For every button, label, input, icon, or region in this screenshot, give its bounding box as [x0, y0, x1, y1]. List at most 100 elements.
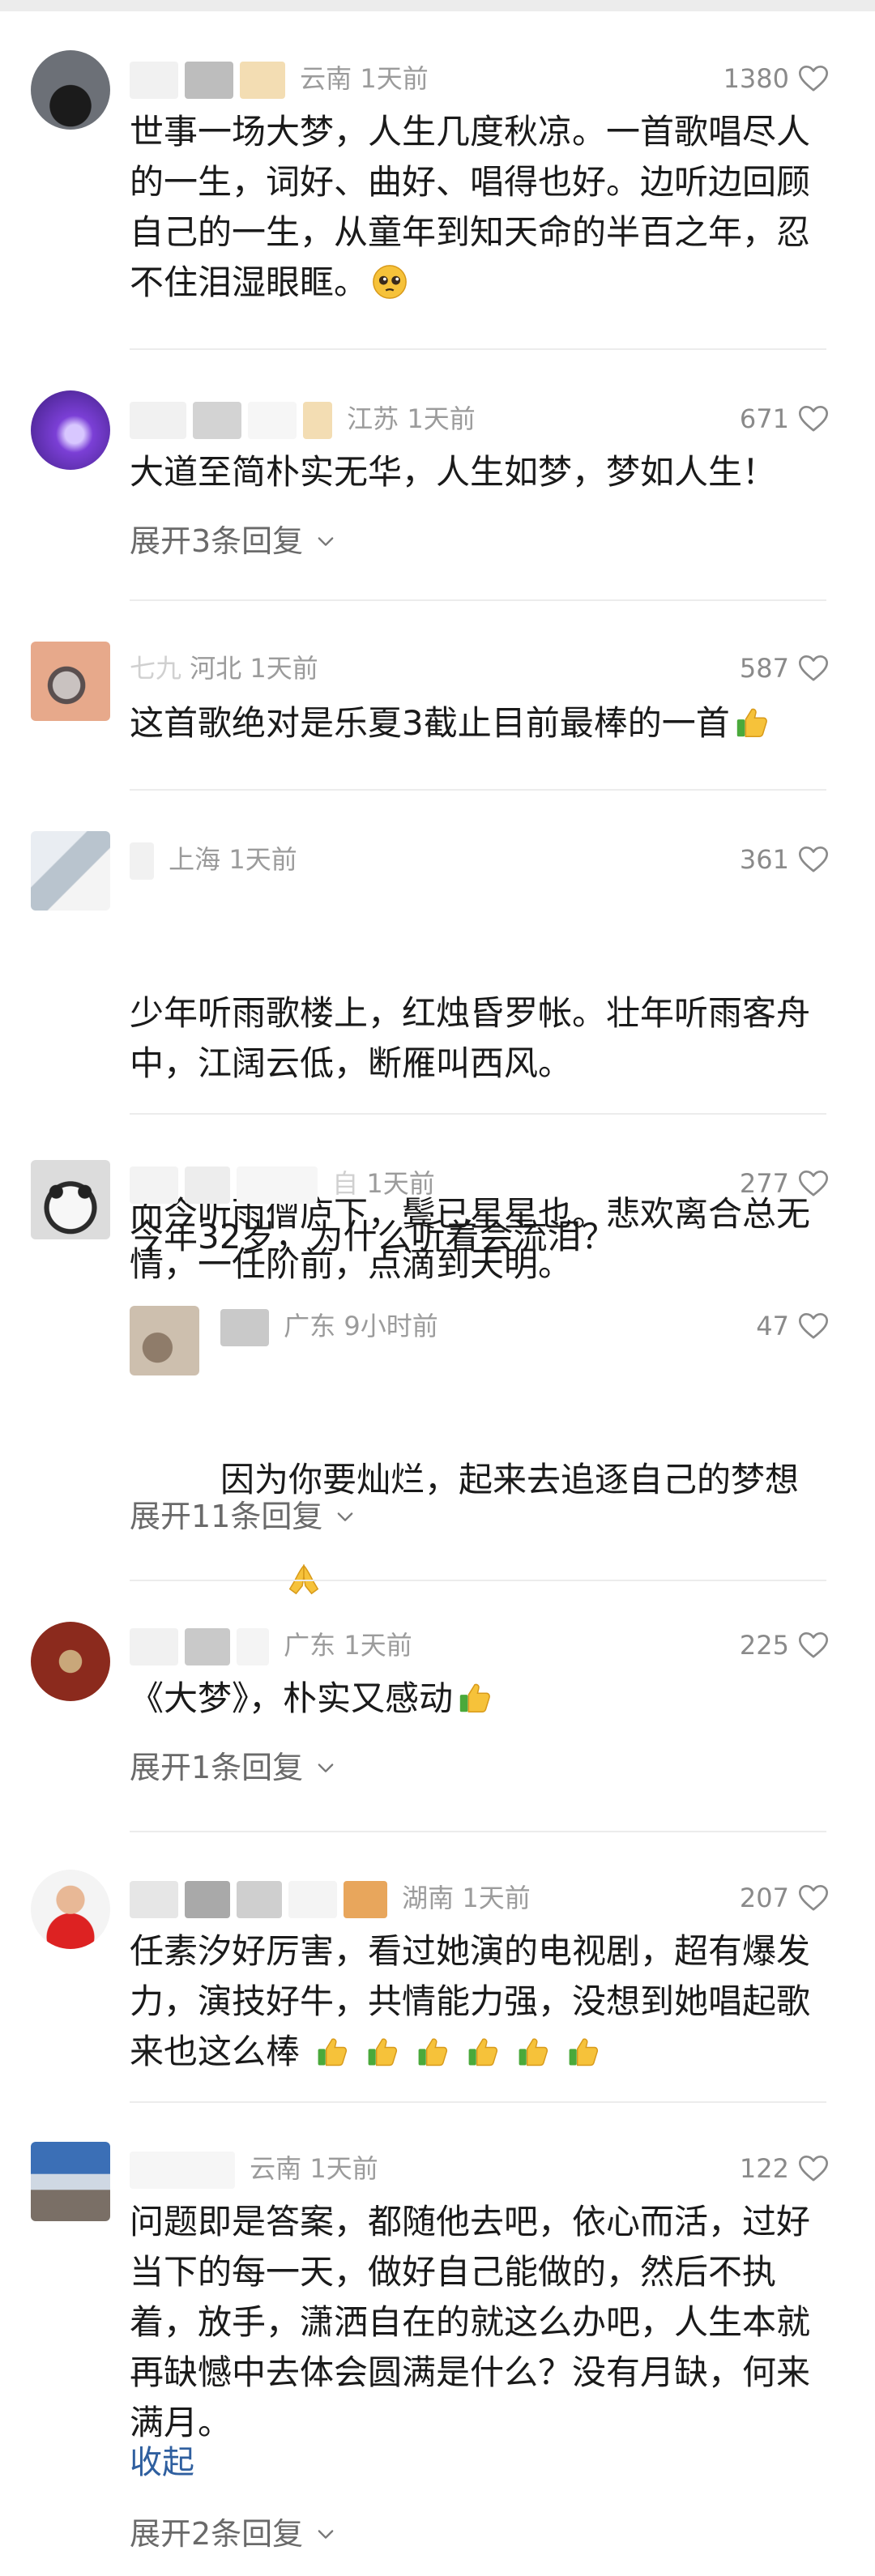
- like-button[interactable]: 277: [740, 1163, 830, 1204]
- comment-region: 云南: [300, 63, 352, 94]
- comment-region: 云南: [250, 2153, 302, 2184]
- reply-time: 9小时前: [344, 1311, 438, 1341]
- comment-meta: 云南 1天前: [130, 58, 429, 99]
- reply-like-count: 47: [756, 1311, 789, 1341]
- comment-meta: 广东 1天前: [130, 1625, 412, 1665]
- pleading-face-emoji-icon: [371, 263, 408, 301]
- thumbs-up-emoji-icon: [456, 1679, 493, 1717]
- like-count: 122: [739, 2153, 789, 2184]
- top-bar: [0, 0, 875, 11]
- expand-replies-button[interactable]: 展开1条回复: [130, 1743, 337, 1792]
- reply-like-button[interactable]: 47: [756, 1306, 830, 1346]
- comment-region: 上海: [169, 844, 221, 875]
- avatar[interactable]: [31, 642, 110, 721]
- expand-replies-label: 展开11条回复: [130, 1499, 323, 1534]
- like-button[interactable]: 122: [740, 2148, 830, 2189]
- username-blurred[interactable]: [130, 402, 186, 439]
- comment-text: 世事一场大梦，人生几度秋凉。一首歌唱尽人的一生，词好、曲好、唱得也好。边听边回顾…: [130, 112, 811, 302]
- expand-replies-button[interactable]: 展开11条回复: [130, 1492, 356, 1541]
- thumbs-up-emoji-icon: [365, 2034, 400, 2070]
- like-count: 587: [739, 653, 789, 684]
- avatar[interactable]: [31, 2142, 110, 2221]
- divider: [130, 1113, 826, 1115]
- comment-meta: 湖南 1天前: [130, 1878, 531, 1918]
- username-blurred[interactable]: [130, 62, 178, 99]
- avatar[interactable]: [31, 50, 110, 130]
- comment-meta: 自 1天前: [130, 1163, 435, 1204]
- like-button[interactable]: 225: [740, 1625, 830, 1665]
- like-button[interactable]: 587: [740, 648, 830, 689]
- comment-meta: 上海 1天前: [130, 839, 297, 880]
- thumbs-up-emoji-icon: [415, 2034, 450, 2070]
- username-fragment[interactable]: 七九: [130, 653, 181, 684]
- comment-text: 今年32岁，为什么听着会流泪？: [130, 1217, 616, 1256]
- comment-region: 湖南: [402, 1883, 455, 1913]
- divider: [130, 789, 826, 791]
- expand-replies-button[interactable]: 展开3条回复: [130, 517, 337, 565]
- comment-time: 1天前: [366, 1168, 435, 1199]
- chevron-down-icon: [314, 1756, 337, 1779]
- comment-time: 1天前: [344, 1630, 412, 1661]
- thumbs-up-emoji-icon: [515, 2034, 551, 2070]
- username-blurred[interactable]: [220, 1309, 269, 1346]
- like-button[interactable]: 207: [740, 1878, 830, 1918]
- avatar[interactable]: [31, 831, 110, 911]
- thumbs-up-emoji-icon: [314, 2034, 350, 2070]
- chevron-down-icon: [334, 1505, 356, 1528]
- like-count: 1380: [723, 63, 789, 94]
- username-blurred[interactable]: [130, 1628, 178, 1665]
- comment-text-paragraph: 少年听雨歌楼上，红烛昏罗帐。壮年听雨客舟中，江阔云低，断雁叫西风。: [130, 993, 811, 1083]
- comment-time: 1天前: [360, 63, 429, 94]
- comment-meta: 云南 1天前: [130, 2148, 378, 2189]
- heart-icon: [797, 1167, 830, 1200]
- reply-meta: 广东 9小时前: [220, 1306, 438, 1346]
- heart-icon: [797, 403, 830, 435]
- comment-text: 问题即是答案，都随他去吧，依心而活，过好当下的每一天，做好自己能做的，然后不执着…: [130, 2202, 811, 2442]
- username-fragment[interactable]: 自: [332, 1168, 358, 1199]
- reply-avatar[interactable]: [130, 1306, 199, 1375]
- thumbs-up-emoji-icon: [733, 704, 770, 741]
- avatar[interactable]: [31, 1160, 110, 1239]
- username-blurred[interactable]: [130, 842, 154, 880]
- expand-replies-label: 展开3条回复: [130, 523, 304, 559]
- comment-text: 这首歌绝对是乐夏3截止目前最棒的一首: [130, 698, 839, 748]
- heart-icon: [797, 1629, 830, 1661]
- heart-icon: [797, 843, 830, 876]
- comment-text: 大道至简朴实无华，人生如梦，梦如人生！: [130, 452, 777, 492]
- heart-icon: [797, 1882, 830, 1914]
- like-button[interactable]: 361: [740, 839, 830, 880]
- comment-time: 1天前: [462, 1883, 531, 1913]
- comment-time: 1天前: [250, 653, 318, 684]
- like-button[interactable]: 671: [740, 399, 830, 439]
- chevron-down-icon: [314, 2523, 337, 2545]
- comment-time: 1天前: [309, 2153, 378, 2184]
- comment-time: 1天前: [228, 844, 297, 875]
- divider: [130, 1580, 826, 1581]
- username-blurred[interactable]: [130, 2152, 235, 2189]
- like-count: 361: [739, 844, 789, 875]
- reply-region: 广东: [284, 1311, 336, 1341]
- expand-replies-label: 展开2条回复: [130, 2516, 304, 2552]
- avatar[interactable]: [31, 1622, 110, 1701]
- heart-icon: [797, 62, 830, 95]
- avatar[interactable]: [31, 1870, 110, 1949]
- like-count: 277: [739, 1168, 789, 1199]
- expand-replies-button[interactable]: 展开2条回复: [130, 2510, 337, 2558]
- username-blurred[interactable]: [130, 1881, 178, 1918]
- collapse-button[interactable]: 收起: [130, 2438, 194, 2487]
- like-count: 207: [739, 1883, 789, 1913]
- heart-icon: [797, 1310, 830, 1342]
- comment-region: 广东: [284, 1630, 336, 1661]
- divider: [130, 1831, 826, 1832]
- username-blurred[interactable]: [130, 1166, 178, 1204]
- chevron-down-icon: [314, 530, 337, 552]
- avatar[interactable]: [31, 390, 110, 470]
- divider: [130, 599, 826, 601]
- like-count: 225: [739, 1630, 789, 1661]
- thumbs-up-emoji-icon: [465, 2034, 501, 2070]
- like-count: 671: [739, 403, 789, 434]
- comment-meta: 江苏 1天前: [130, 399, 476, 439]
- heart-icon: [797, 652, 830, 685]
- heart-icon: [797, 2152, 830, 2185]
- like-button[interactable]: 1380: [723, 58, 830, 99]
